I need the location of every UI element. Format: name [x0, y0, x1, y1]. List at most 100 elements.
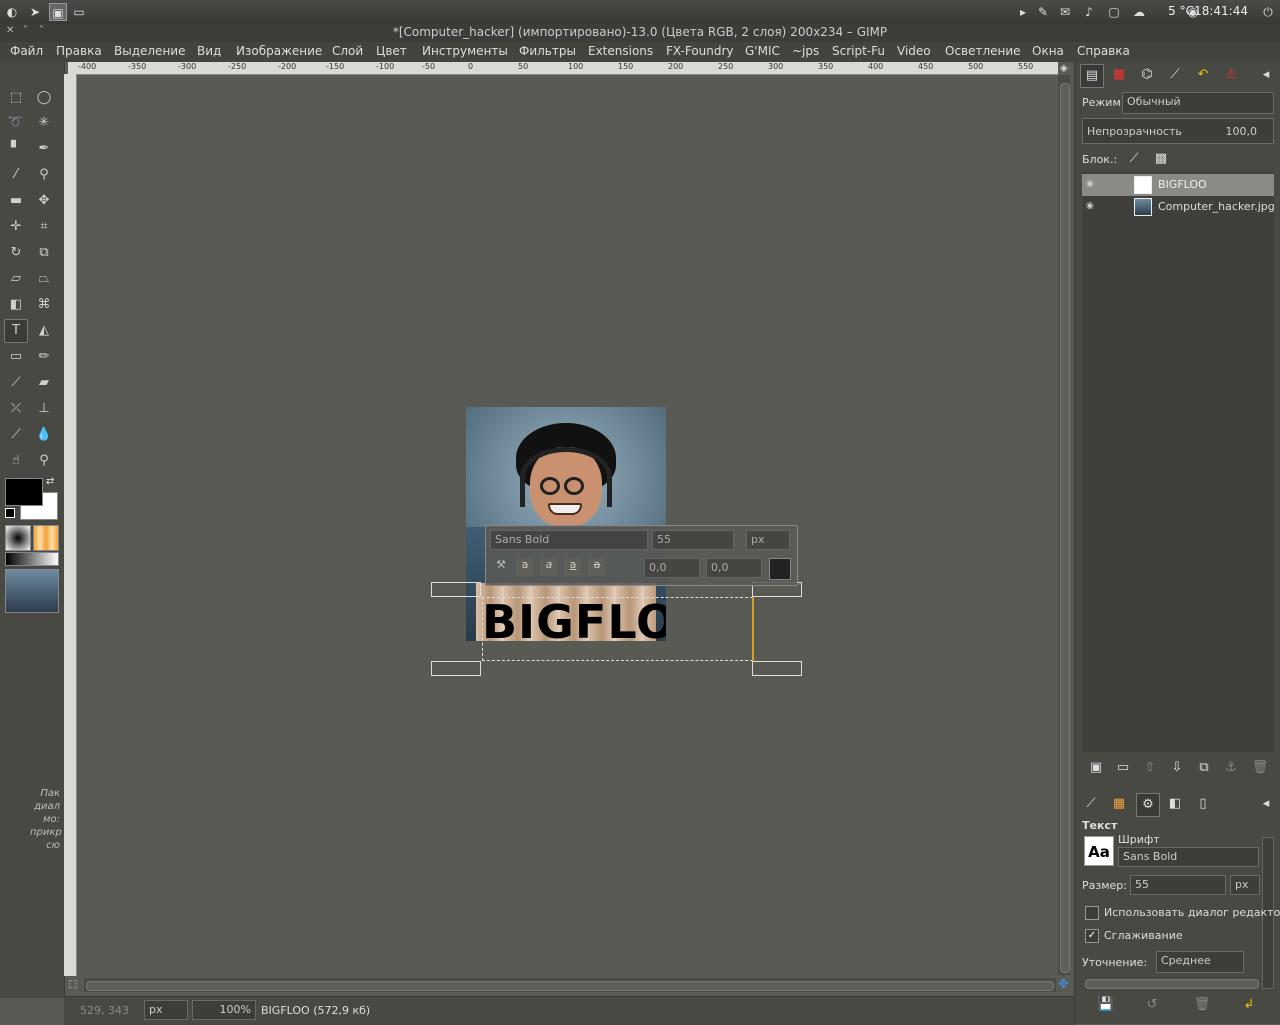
- gradient-preview[interactable]: [5, 552, 59, 566]
- tab-undo-icon[interactable]: ↶: [1192, 64, 1214, 86]
- menu-colors[interactable]: Цвет: [376, 44, 407, 58]
- menu-jps[interactable]: ~jps: [792, 44, 819, 58]
- menu-extensions[interactable]: Extensions: [588, 44, 653, 58]
- flip-icon[interactable]: ◧: [5, 294, 27, 316]
- unit-select[interactable]: px: [144, 1000, 188, 1020]
- menu-filters[interactable]: Фильтры: [519, 44, 576, 58]
- lock-alpha-icon[interactable]: ▩: [1152, 150, 1170, 168]
- menu-help[interactable]: Справка: [1077, 44, 1130, 58]
- ellipse-select-icon[interactable]: ◯: [33, 87, 55, 109]
- crop-icon[interactable]: ⌗: [33, 216, 55, 238]
- underline-button[interactable]: a: [564, 558, 582, 576]
- baseline-field[interactable]: 0,0: [644, 558, 700, 578]
- menu-lighten[interactable]: Осветление: [945, 44, 1021, 58]
- perspective-icon[interactable]: ⏢: [33, 268, 55, 290]
- terminal-launcher-icon[interactable]: ➤: [26, 3, 44, 21]
- menu-windows[interactable]: Окна: [1032, 44, 1064, 58]
- clock-text[interactable]: 18:41:44: [1194, 4, 1248, 18]
- bucket-fill-icon[interactable]: ◭: [33, 320, 55, 342]
- menu-view[interactable]: Вид: [197, 44, 221, 58]
- swap-colors-icon[interactable]: ⇄: [46, 476, 54, 487]
- smudge-icon[interactable]: ☝: [5, 450, 27, 472]
- new-layer-group-icon[interactable]: ▭: [1114, 759, 1132, 777]
- airbrush-icon[interactable]: ⤫: [5, 398, 27, 420]
- zoom-select[interactable]: 100%: [192, 1000, 256, 1020]
- weather-indicator-icon[interactable]: ☁: [1130, 3, 1148, 21]
- new-layer-icon[interactable]: ▣: [1087, 759, 1105, 777]
- power-icon[interactable]: ⏻: [1259, 3, 1277, 21]
- menu-file[interactable]: Файл: [10, 44, 43, 58]
- bold-button[interactable]: a: [516, 558, 534, 576]
- tab-channels-icon[interactable]: ▦: [1108, 64, 1130, 86]
- clear-style-icon[interactable]: ⚒: [492, 558, 510, 576]
- select-by-color-icon[interactable]: ▘: [5, 138, 27, 160]
- vertical-scrollbar[interactable]: [1058, 75, 1070, 975]
- lock-pixels-icon[interactable]: ⟋: [1125, 150, 1143, 168]
- menu-tools[interactable]: Инструменты: [422, 44, 508, 58]
- delete-layer-icon[interactable]: 🗑: [1251, 759, 1269, 777]
- font-input[interactable]: Sans Bold: [1118, 847, 1259, 867]
- menu-layer[interactable]: Слой: [332, 44, 363, 58]
- tab-layers-icon[interactable]: ▤: [1080, 64, 1104, 88]
- italic-button[interactable]: a: [540, 558, 558, 576]
- quickmask-icon[interactable]: ⬚: [68, 979, 80, 991]
- menu-fx-foundry[interactable]: FX-Foundry: [666, 44, 734, 58]
- navigation-icon[interactable]: ✥: [1058, 977, 1072, 992]
- clone-icon[interactable]: ⊥: [33, 398, 55, 420]
- dock-menu-icon[interactable]: ◂: [1255, 64, 1277, 86]
- paths-icon[interactable]: ✒: [33, 138, 55, 160]
- hinting-select[interactable]: Среднее: [1156, 951, 1244, 973]
- fuzzy-select-icon[interactable]: ✳: [33, 112, 55, 134]
- tab-brush-icon[interactable]: ⟋: [1080, 793, 1102, 815]
- size-unit-select[interactable]: px: [1230, 875, 1260, 895]
- folder-launcher-icon[interactable]: ▭: [70, 3, 88, 21]
- tab-brushes-icon[interactable]: ⟋: [1164, 64, 1186, 86]
- horizontal-scrollbar[interactable]: [84, 978, 1056, 992]
- brush-preview[interactable]: [5, 525, 31, 551]
- overlay-unit-select[interactable]: px: [746, 530, 790, 550]
- cage-icon[interactable]: ⌘: [33, 294, 55, 316]
- raise-layer-icon[interactable]: ⇧: [1141, 759, 1159, 777]
- delete-options-icon[interactable]: 🗑: [1193, 996, 1211, 1014]
- dock2-menu-icon[interactable]: ◂: [1255, 793, 1277, 815]
- pattern-preview[interactable]: [33, 525, 59, 551]
- vertical-scroll-thumb[interactable]: [1060, 83, 1070, 973]
- mode-select[interactable]: Обычный: [1122, 92, 1274, 114]
- shear-icon[interactable]: ▱: [5, 268, 27, 290]
- foreground-color-swatch[interactable]: [5, 478, 43, 506]
- gimp-launcher-icon[interactable]: ▣: [49, 3, 67, 21]
- tool-options-hscroll[interactable]: [1085, 979, 1259, 989]
- pencil-icon[interactable]: ✏: [33, 346, 55, 368]
- measure-icon[interactable]: ▬: [5, 190, 27, 212]
- tab-document-icon[interactable]: ▯: [1192, 793, 1214, 815]
- tab-patterns-icon[interactable]: ▦: [1108, 793, 1130, 815]
- display-indicator-icon[interactable]: ▢: [1105, 3, 1123, 21]
- navigate-icon[interactable]: ◈: [1060, 63, 1070, 74]
- mail-indicator-icon[interactable]: ✉: [1056, 3, 1074, 21]
- overlay-size-field[interactable]: 55: [652, 530, 734, 550]
- use-editor-checkbox[interactable]: [1085, 906, 1099, 920]
- zoom-icon[interactable]: ⚲: [33, 164, 55, 186]
- lasso-icon[interactable]: ➰: [5, 112, 27, 134]
- resize-handle-bottom-right[interactable]: [752, 661, 802, 676]
- image-preview-thumbnail[interactable]: [5, 569, 59, 613]
- tab-errors-icon[interactable]: ⚠: [1220, 64, 1242, 86]
- duplicate-layer-icon[interactable]: ⧉: [1195, 759, 1213, 777]
- ubuntu-menu-icon[interactable]: ◐: [3, 3, 21, 21]
- rotate-icon[interactable]: ↻: [5, 242, 27, 264]
- kerning-field[interactable]: 0,0: [706, 558, 762, 578]
- reset-options-icon[interactable]: ↲: [1240, 996, 1258, 1014]
- horizontal-ruler[interactable]: -400 -350 -300 -250 -200 -150 -100 -50 0…: [68, 62, 1058, 75]
- layer-row[interactable]: ◉ BIGFLOO: [1082, 174, 1274, 196]
- eye-icon[interactable]: ◉: [1086, 201, 1096, 211]
- eye-icon[interactable]: ◉: [1086, 179, 1096, 189]
- blur-icon[interactable]: 💧: [33, 424, 55, 446]
- tab-paths-icon[interactable]: ⌬: [1136, 64, 1158, 86]
- pin-indicator-icon[interactable]: ✎: [1034, 3, 1052, 21]
- anchor-layer-icon[interactable]: ⚓: [1222, 759, 1240, 777]
- color-picker-icon[interactable]: ⁄: [5, 164, 27, 186]
- volume-indicator-icon[interactable]: ♪: [1080, 3, 1098, 21]
- scale-icon[interactable]: ⧉: [33, 242, 55, 264]
- dodge-icon[interactable]: ⚲: [33, 450, 55, 472]
- rect-select-icon[interactable]: ⬚: [5, 87, 27, 109]
